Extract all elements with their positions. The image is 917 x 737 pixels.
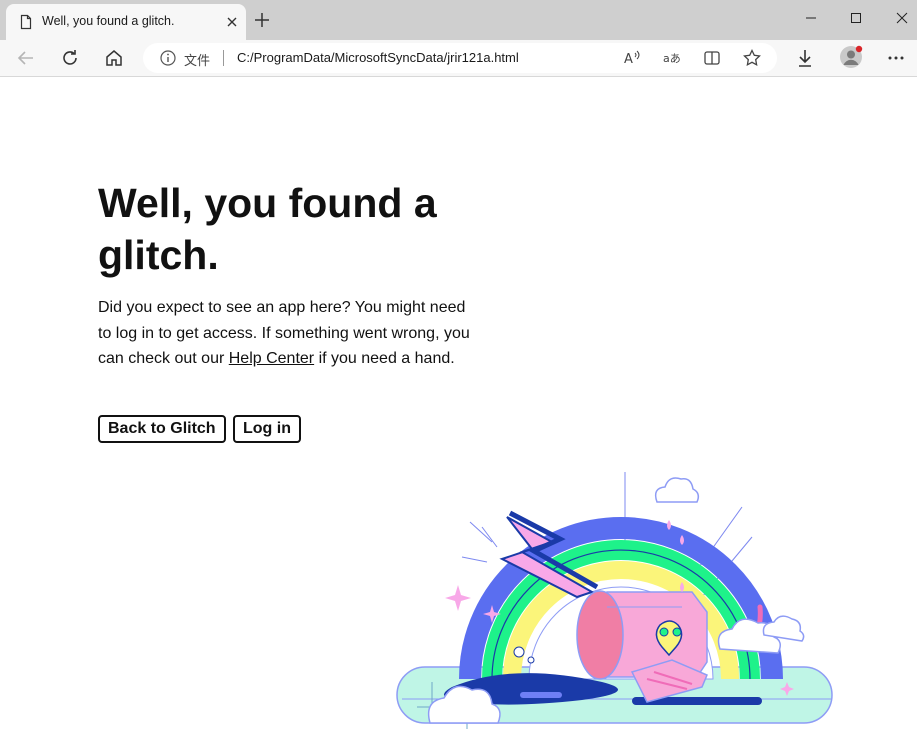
back-to-glitch-button[interactable]: Back to Glitch (98, 415, 226, 443)
back-arrow-icon[interactable] (14, 46, 38, 70)
glitch-rainbow-illustration (396, 472, 833, 729)
more-menu-icon[interactable] (884, 46, 908, 70)
address-divider (223, 50, 224, 66)
refresh-icon[interactable] (58, 46, 82, 70)
login-button[interactable]: Log in (233, 415, 301, 443)
translate-icon[interactable]: aあ (661, 47, 683, 69)
address-bar[interactable]: 文件 C:/ProgramData/MicrosoftSyncData/jrir… (143, 43, 777, 73)
browser-tab[interactable]: Well, you found a glitch. (6, 4, 246, 40)
address-scheme-label: 文件 (184, 53, 211, 68)
minimize-icon[interactable] (799, 8, 823, 28)
tab-title: Well, you found a glitch. (42, 14, 175, 28)
help-center-link[interactable]: Help Center (229, 350, 314, 367)
page-content: Well, you found a glitch. Did you expect… (0, 77, 917, 737)
download-icon[interactable] (793, 46, 817, 70)
close-tab-icon[interactable] (222, 12, 242, 32)
svg-text:A: A (624, 52, 633, 67)
svg-text:aあ: aあ (663, 52, 681, 65)
page-heading: Well, you found a glitch. (98, 180, 437, 278)
new-tab-icon[interactable] (252, 10, 272, 30)
browser-toolbar: 文件 C:/ProgramData/MicrosoftSyncData/jrir… (0, 40, 917, 77)
read-aloud-icon[interactable]: A (621, 47, 643, 69)
page-message: Did you expect to see an app here? You m… (98, 295, 478, 372)
split-screen-icon[interactable] (701, 47, 723, 69)
info-icon[interactable] (159, 49, 177, 67)
close-window-icon[interactable] (890, 8, 914, 28)
profile-avatar-icon[interactable] (839, 45, 863, 69)
page-icon (20, 14, 32, 30)
message-text-end: if you need a hand. (314, 350, 455, 367)
favorite-star-icon[interactable] (741, 47, 763, 69)
url-text[interactable]: C:/ProgramData/MicrosoftSyncData/jrir121… (237, 50, 519, 65)
home-icon[interactable] (102, 46, 126, 70)
maximize-icon[interactable] (844, 8, 868, 28)
tab-strip: Well, you found a glitch. (0, 0, 917, 40)
